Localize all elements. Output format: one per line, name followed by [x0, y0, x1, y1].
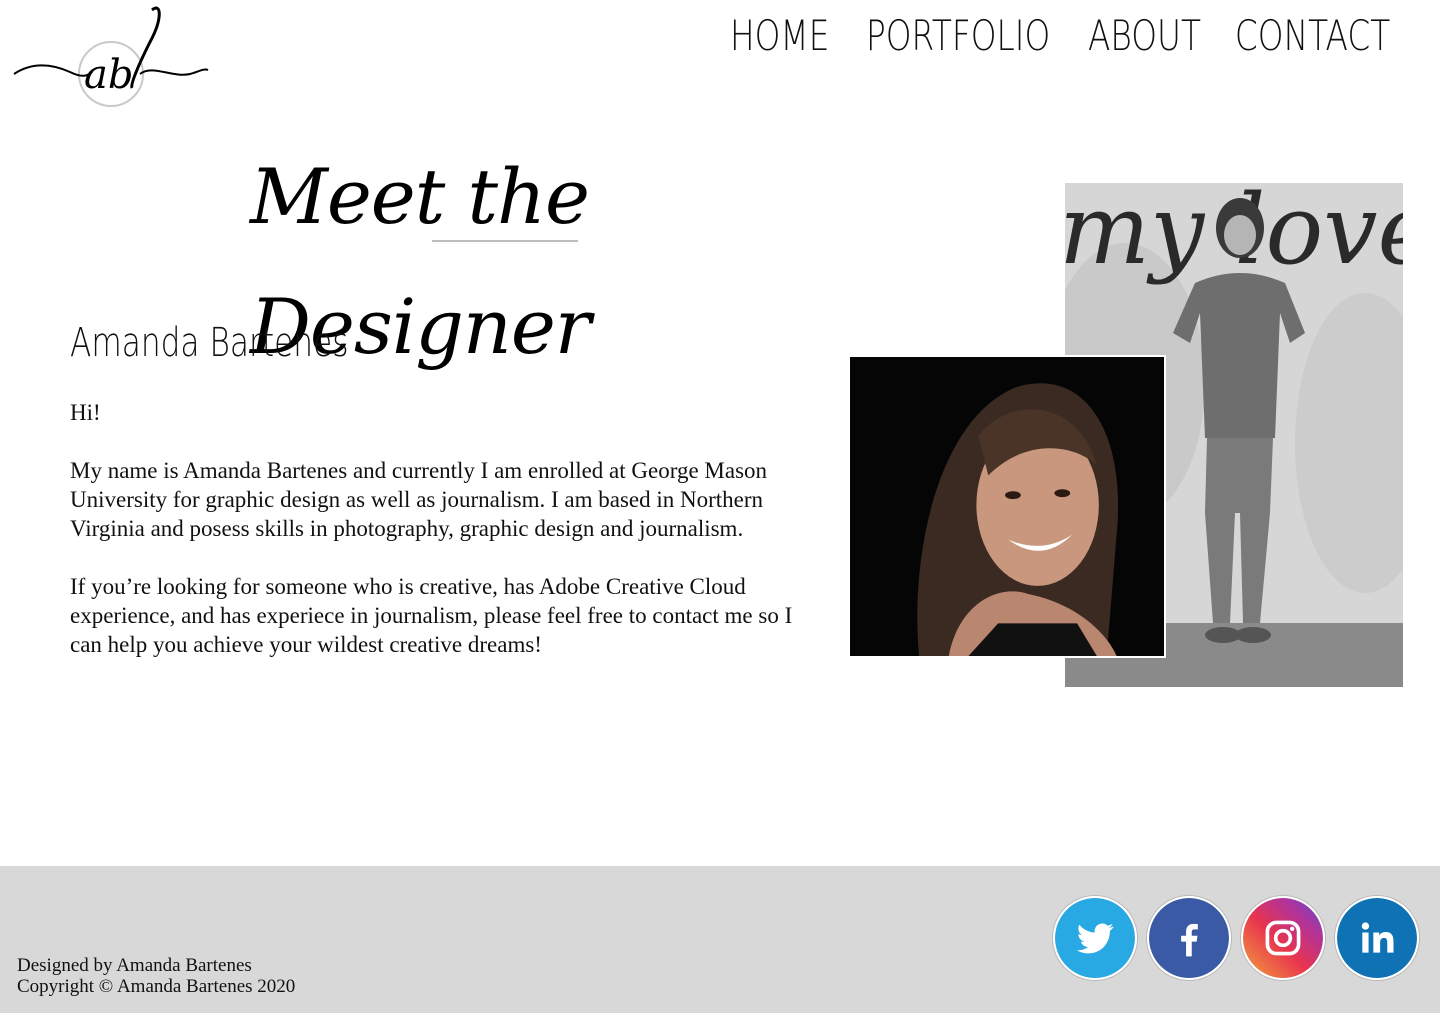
- designer-name: Amanda Bartenes: [70, 320, 349, 366]
- twitter-link[interactable]: [1053, 896, 1137, 980]
- designed-by-text: Designed by Amanda Bartenes: [17, 955, 252, 976]
- bio: Hi! My name is Amanda Bartenes and curre…: [70, 398, 810, 688]
- bio-greeting: Hi!: [70, 400, 101, 425]
- linkedin-icon: [1361, 922, 1394, 953]
- instagram-icon: [1265, 920, 1301, 956]
- portrait-photo: [848, 355, 1166, 658]
- nav-contact[interactable]: CONTACT: [1235, 12, 1390, 60]
- facebook-icon: [1181, 923, 1198, 957]
- nav-home[interactable]: HOME: [730, 12, 829, 60]
- bio-paragraph-2: If you’re looking for someone who is cre…: [70, 574, 793, 657]
- bio-paragraph-1: My name is Amanda Bartenes and currently…: [70, 458, 768, 541]
- logo[interactable]: ab: [12, 2, 212, 112]
- main-nav: HOME PORTFOLIO ABOUT CONTACT: [716, 12, 1412, 60]
- page-title: Meet the Designer: [250, 152, 591, 371]
- nav-portfolio[interactable]: PORTFOLIO: [866, 12, 1050, 60]
- copyright-text: Copyright © Amanda Bartenes 2020: [17, 976, 296, 997]
- linkedin-link[interactable]: [1335, 896, 1419, 980]
- footer-credits: Designed by Amanda Bartenes Copyright © …: [17, 955, 295, 997]
- twitter-icon: [1076, 923, 1114, 954]
- logo-mark: ab: [13, 6, 209, 107]
- nav-about[interactable]: ABOUT: [1088, 12, 1201, 60]
- instagram-link[interactable]: [1241, 896, 1325, 980]
- logo-monogram: ab: [84, 52, 133, 98]
- title-underline: [432, 240, 578, 242]
- facebook-link[interactable]: [1147, 896, 1231, 980]
- social-links: [1053, 896, 1419, 980]
